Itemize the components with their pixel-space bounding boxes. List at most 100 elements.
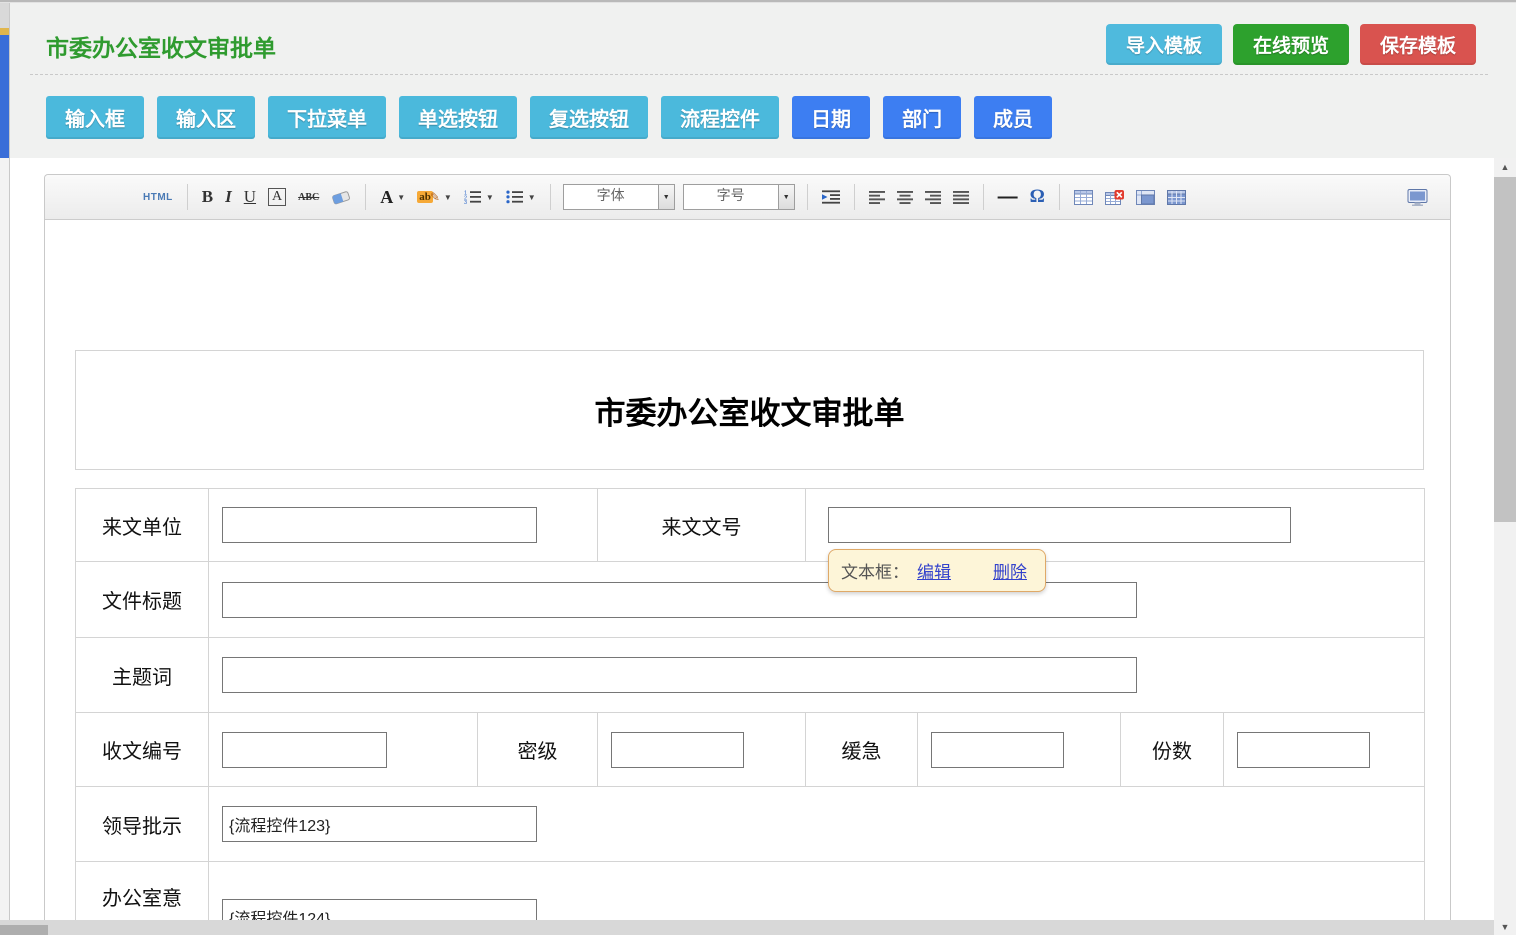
edit-link[interactable]: 编辑 [917, 558, 951, 583]
widget-button-row: 输入框 输入区 下拉菜单 单选按钮 复选按钮 流程控件 日期 部门 成员 [46, 96, 1052, 139]
scroll-up-arrow-icon[interactable]: ▲ [1494, 158, 1516, 175]
insert-table-button[interactable] [1071, 182, 1096, 212]
omega-icon: Ω [1030, 186, 1045, 208]
font-size-select[interactable]: 字号▼ [683, 184, 795, 210]
align-right-button[interactable] [922, 182, 944, 212]
toolbar-separator [550, 184, 551, 210]
font-family-select[interactable]: 字体▼ [563, 184, 675, 210]
import-template-button[interactable]: 导入模板 [1106, 24, 1222, 65]
strikethrough-icon: ABC [298, 192, 319, 203]
subject-word-input[interactable] [222, 657, 1137, 693]
copies-label: 份数 [1121, 713, 1224, 787]
align-justify-button[interactable] [950, 182, 972, 212]
chevron-down-icon: ▼ [486, 193, 494, 202]
bullet-list-icon [506, 190, 524, 204]
font-color-icon: A [380, 187, 393, 208]
taskbar-fragment [0, 925, 48, 935]
page-title: 市委办公室收文审批单 [46, 29, 276, 63]
widget-input-area-button[interactable]: 输入区 [157, 96, 255, 139]
toolbar-separator [187, 184, 188, 210]
secrecy-level-input[interactable] [611, 732, 744, 768]
incoming-number-input[interactable] [828, 507, 1291, 543]
widget-date-button[interactable]: 日期 [792, 96, 870, 139]
scrollbar-thumb[interactable] [1494, 177, 1516, 522]
table-properties-button[interactable] [1164, 182, 1189, 212]
cell-properties-button[interactable] [1133, 182, 1158, 212]
remove-format-button[interactable] [328, 182, 354, 212]
horizontal-rule-icon: — [998, 192, 1018, 202]
font-color-button[interactable]: A▼ [377, 182, 408, 212]
toolbar-separator [807, 184, 808, 210]
page-header: 市委办公室收文审批单 导入模板 在线预览 保存模板 输入框 输入区 下拉菜单 单… [10, 3, 1516, 158]
chevron-down-icon: ▼ [778, 185, 794, 209]
widget-member-button[interactable]: 成员 [974, 96, 1052, 139]
align-center-icon [897, 191, 913, 204]
incoming-unit-input[interactable] [222, 507, 537, 543]
window-edge-segment [0, 3, 9, 28]
document-title-box: 市委办公室收文审批单 [75, 350, 1424, 470]
indent-button[interactable] [819, 182, 843, 212]
bold-button[interactable]: B [199, 182, 216, 212]
form-input-cell [209, 638, 1425, 713]
unordered-list-button[interactable]: ▼ [503, 182, 539, 212]
fullscreen-button[interactable] [1404, 182, 1431, 212]
horizontal-rule-button[interactable]: — [995, 182, 1021, 212]
receipt-number-label: 收文编号 [76, 713, 209, 787]
align-center-button[interactable] [894, 182, 916, 212]
document-title: 市委办公室收文审批单 [595, 388, 905, 433]
table-row: 领导批示 [76, 787, 1425, 862]
copies-input[interactable] [1237, 732, 1370, 768]
window-edge-segment [0, 28, 9, 35]
vertical-scrollbar[interactable]: ▲ ▼ [1494, 158, 1516, 935]
chevron-down-icon: ▼ [658, 185, 674, 209]
widget-radio-button[interactable]: 单选按钮 [399, 96, 517, 139]
underline-button[interactable]: U [241, 182, 259, 212]
table-row: 来文单位 来文文号 [76, 489, 1425, 562]
tooltip-label: 文本框： [841, 558, 909, 583]
font-border-button[interactable]: A [265, 182, 289, 212]
pencil-icon: ✎ [430, 190, 440, 204]
table-grid-icon [1167, 190, 1186, 205]
receipt-number-input[interactable] [222, 732, 387, 768]
preview-online-button[interactable]: 在线预览 [1233, 24, 1349, 65]
highlight-color-button[interactable]: ab✎▼ [414, 182, 455, 212]
special-character-button[interactable]: Ω [1027, 182, 1048, 212]
ordered-list-button[interactable]: 123 ▼ [461, 182, 497, 212]
subject-word-label: 主题词 [76, 638, 209, 713]
field-action-tooltip: 文本框： 编辑 删除 [828, 549, 1046, 592]
underline-icon: U [244, 187, 256, 207]
table-delete-icon [1105, 190, 1124, 205]
widget-department-button[interactable]: 部门 [883, 96, 961, 139]
align-left-icon [869, 191, 885, 204]
leader-instruction-label: 领导批示 [76, 787, 209, 862]
ordered-list-icon: 123 [464, 190, 482, 204]
form-input-cell [1224, 713, 1425, 787]
template-action-buttons: 导入模板 在线预览 保存模板 [1106, 24, 1476, 65]
strikethrough-button[interactable]: ABC [295, 182, 322, 212]
widget-checkbox-button[interactable]: 复选按钮 [530, 96, 648, 139]
table-icon [1074, 190, 1093, 205]
source-code-button[interactable]: HTML [140, 182, 176, 212]
delete-table-button[interactable] [1102, 182, 1127, 212]
editor-content[interactable]: 市委办公室收文审批单 来文单位 来文文号 文件标题 [45, 220, 1450, 935]
window-edge-segment [0, 35, 9, 158]
align-left-button[interactable] [866, 182, 888, 212]
incoming-unit-label: 来文单位 [76, 489, 209, 562]
font-border-icon: A [268, 188, 286, 206]
widget-flow-control-button[interactable]: 流程控件 [661, 96, 779, 139]
table-cell-icon [1136, 190, 1155, 205]
widget-input-box-button[interactable]: 输入框 [46, 96, 144, 139]
rich-text-editor: HTML B I U A ABC A▼ ab✎▼ 123 ▼ [44, 174, 1451, 935]
editor-toolbar: HTML B I U A ABC A▼ ab✎▼ 123 ▼ [45, 175, 1450, 220]
widget-dropdown-button[interactable]: 下拉菜单 [268, 96, 386, 139]
delete-link[interactable]: 删除 [993, 558, 1027, 583]
scroll-down-arrow-icon[interactable]: ▼ [1494, 918, 1516, 935]
form-input-cell [209, 713, 478, 787]
table-row: 文件标题 [76, 562, 1425, 638]
urgency-input[interactable] [931, 732, 1064, 768]
save-template-button[interactable]: 保存模板 [1360, 24, 1476, 65]
leader-instruction-input[interactable] [222, 806, 537, 842]
incoming-number-label: 来文文号 [598, 489, 806, 562]
italic-button[interactable]: I [222, 182, 235, 212]
form-input-cell [209, 787, 1425, 862]
